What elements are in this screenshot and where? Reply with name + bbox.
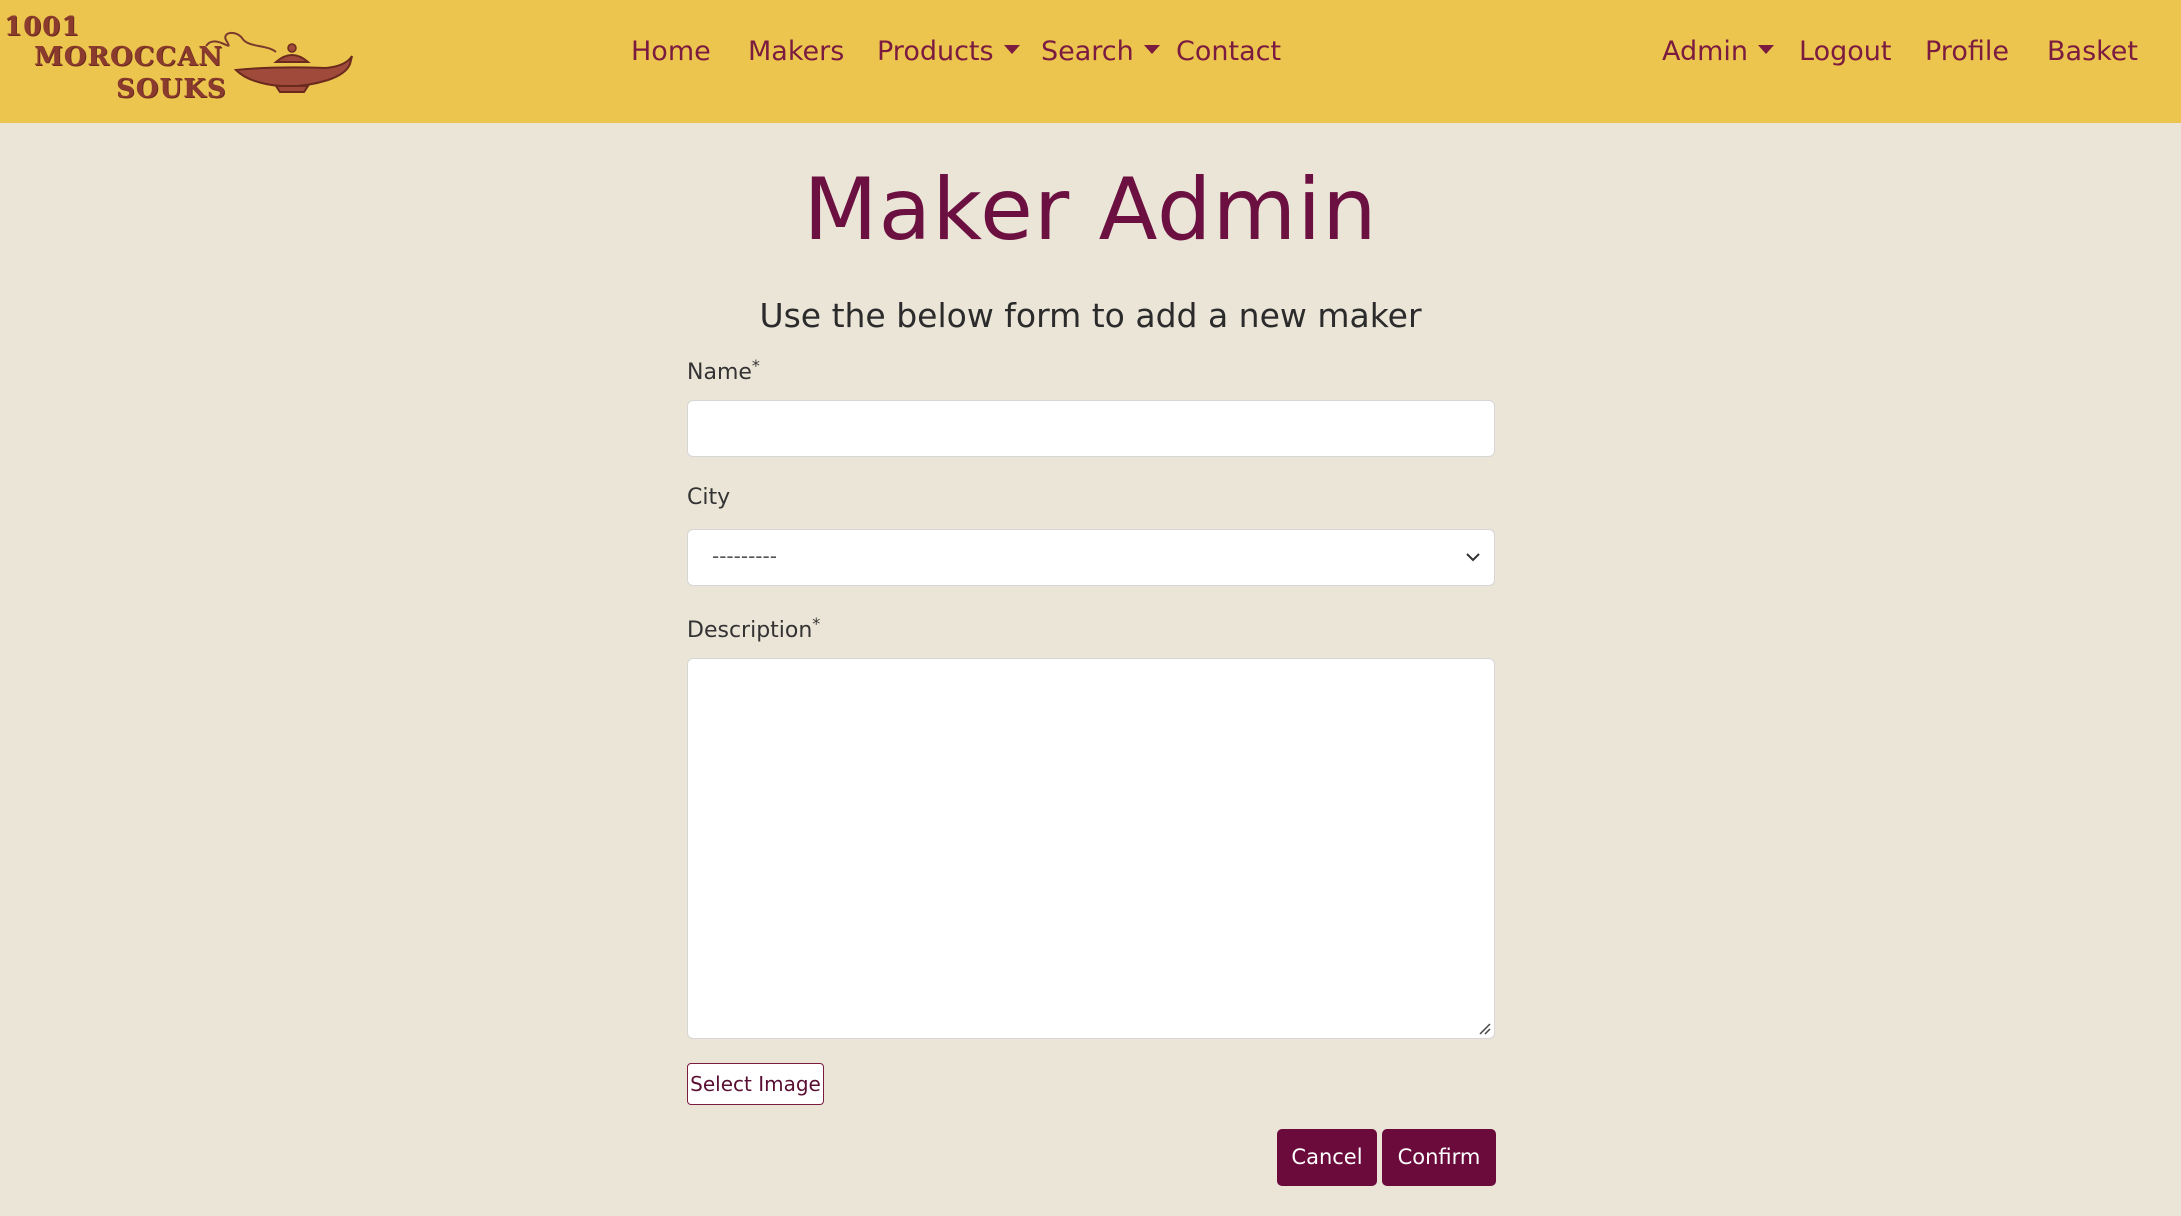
description-textarea[interactable] [687,658,1495,1039]
nav-basket[interactable]: Basket [2047,36,2138,67]
nav-home[interactable]: Home [631,36,711,67]
caret-down-icon [1758,45,1775,54]
city-selected-value: --------- [712,544,777,568]
nav-admin-label: Admin [1662,36,1749,67]
cancel-button[interactable]: Cancel [1277,1129,1377,1186]
navbar: 1001 MOROCCAN SOUKS Home Makers Products… [0,0,2181,123]
nav-makers[interactable]: Makers [748,36,844,67]
nav-profile[interactable]: Profile [1925,36,2009,67]
city-label: City [687,485,731,510]
description-label-text: Description [687,618,813,643]
site-logo[interactable]: 1001 MOROCCAN SOUKS [0,8,360,108]
caret-down-icon [1003,45,1020,54]
nav-search-dropdown[interactable]: Search [1041,36,1160,67]
chevron-down-icon [1466,553,1480,562]
nav-admin-dropdown[interactable]: Admin [1662,36,1775,67]
nav-search-label: Search [1041,36,1134,67]
caret-down-icon [1143,45,1160,54]
resize-handle-icon[interactable] [1477,1021,1491,1035]
nav-products-dropdown[interactable]: Products [877,36,1020,67]
name-input[interactable] [687,400,1495,457]
city-select[interactable]: --------- [687,529,1495,586]
required-marker: * [751,356,760,375]
confirm-button[interactable]: Confirm [1382,1129,1496,1186]
nav-logout[interactable]: Logout [1799,36,1891,67]
nav-products-label: Products [877,36,994,67]
page-title: Maker Admin [803,160,1378,260]
name-label: Name* [687,356,760,385]
lamp-icon [205,32,353,93]
logo-text-line1: 1001 [4,12,81,42]
description-label: Description* [687,614,820,643]
logo-text-line2: MOROCCAN [34,42,224,72]
page-subtitle: Use the below form to add a new maker [759,296,1422,335]
required-marker: * [812,614,821,633]
nav-contact[interactable]: Contact [1176,36,1281,67]
name-label-text: Name [687,360,752,385]
select-image-button[interactable]: Select Image [687,1063,824,1105]
